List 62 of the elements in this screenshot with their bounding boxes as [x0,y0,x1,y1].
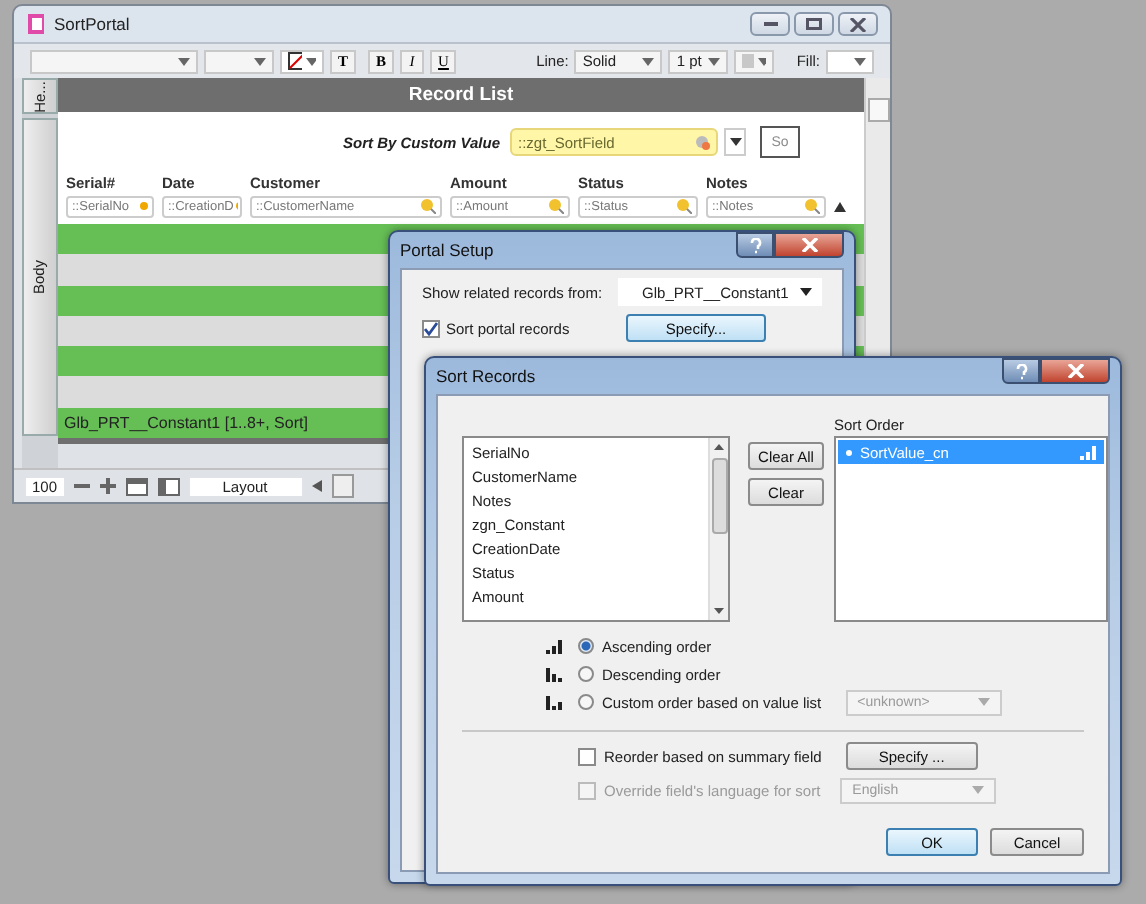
portal-label: Glb_PRT__Constant1 [1..8+, Sort] [62,413,308,432]
magnifier-icon [420,198,436,215]
toolbar-toggle-icon[interactable] [125,477,148,495]
caret-icon [977,698,990,706]
size-dropdown[interactable] [204,49,274,73]
caret-icon [178,57,190,65]
close-button[interactable] [1040,358,1110,384]
window-title: SortPortal [54,14,130,34]
dialog-title: Sort Records [436,366,536,386]
fill-dropdown[interactable] [826,49,874,73]
scroll-left-icon[interactable] [311,480,322,492]
help-icon [749,237,761,253]
caret-icon [306,57,316,65]
close-button[interactable] [838,12,878,36]
ascending-icon [1080,445,1096,459]
ascending-icon [546,639,562,653]
dropdown-button[interactable] [724,128,746,157]
close-button[interactable] [774,232,844,258]
field-indicator-icon [694,134,710,151]
scroll-thumb[interactable] [331,474,354,498]
caret-icon [854,57,866,65]
caret-icon [758,57,767,65]
checkbox[interactable] [422,319,440,337]
caret-icon [254,57,266,65]
scroll-arrow-icon [834,201,846,212]
pen-color-icon [288,52,303,70]
bullet-icon [846,449,852,455]
checkbox[interactable] [578,747,596,765]
help-icon [1015,363,1027,379]
app-icon [26,12,46,36]
layout-title: Record List [408,84,514,107]
descending-icon [546,667,562,681]
magnifier-icon [548,198,564,215]
caret-icon [972,786,985,794]
pen-color-dropdown[interactable] [280,49,324,73]
minimize-icon [763,22,777,26]
dialog-title: Portal Setup [400,240,494,260]
minimize-button[interactable] [750,12,790,36]
close-icon [1067,364,1083,378]
zoom-in-icon[interactable] [99,478,116,494]
close-icon [801,238,817,252]
magnifier-icon [804,198,820,215]
radio-button[interactable] [578,666,594,682]
custom-order-icon [546,695,562,709]
radio-button[interactable] [578,638,594,654]
help-button[interactable] [1002,358,1040,384]
help-button[interactable] [736,232,774,258]
caret-icon [708,57,721,65]
maximize-button[interactable] [794,12,834,36]
close-icon [850,17,866,31]
pane-toggle-icon[interactable] [157,477,180,495]
line-color-dropdown[interactable] [734,49,775,73]
scrollbar[interactable] [708,438,728,620]
radio-button[interactable] [578,694,594,710]
color-swatch-icon [742,54,755,68]
check-icon [424,321,438,335]
scroll-down-icon [714,608,724,614]
caret-icon [729,138,741,147]
indicator-dot [140,202,148,211]
maximize-icon [806,18,822,30]
magnifier-icon [676,198,692,215]
caret-icon [642,57,655,65]
